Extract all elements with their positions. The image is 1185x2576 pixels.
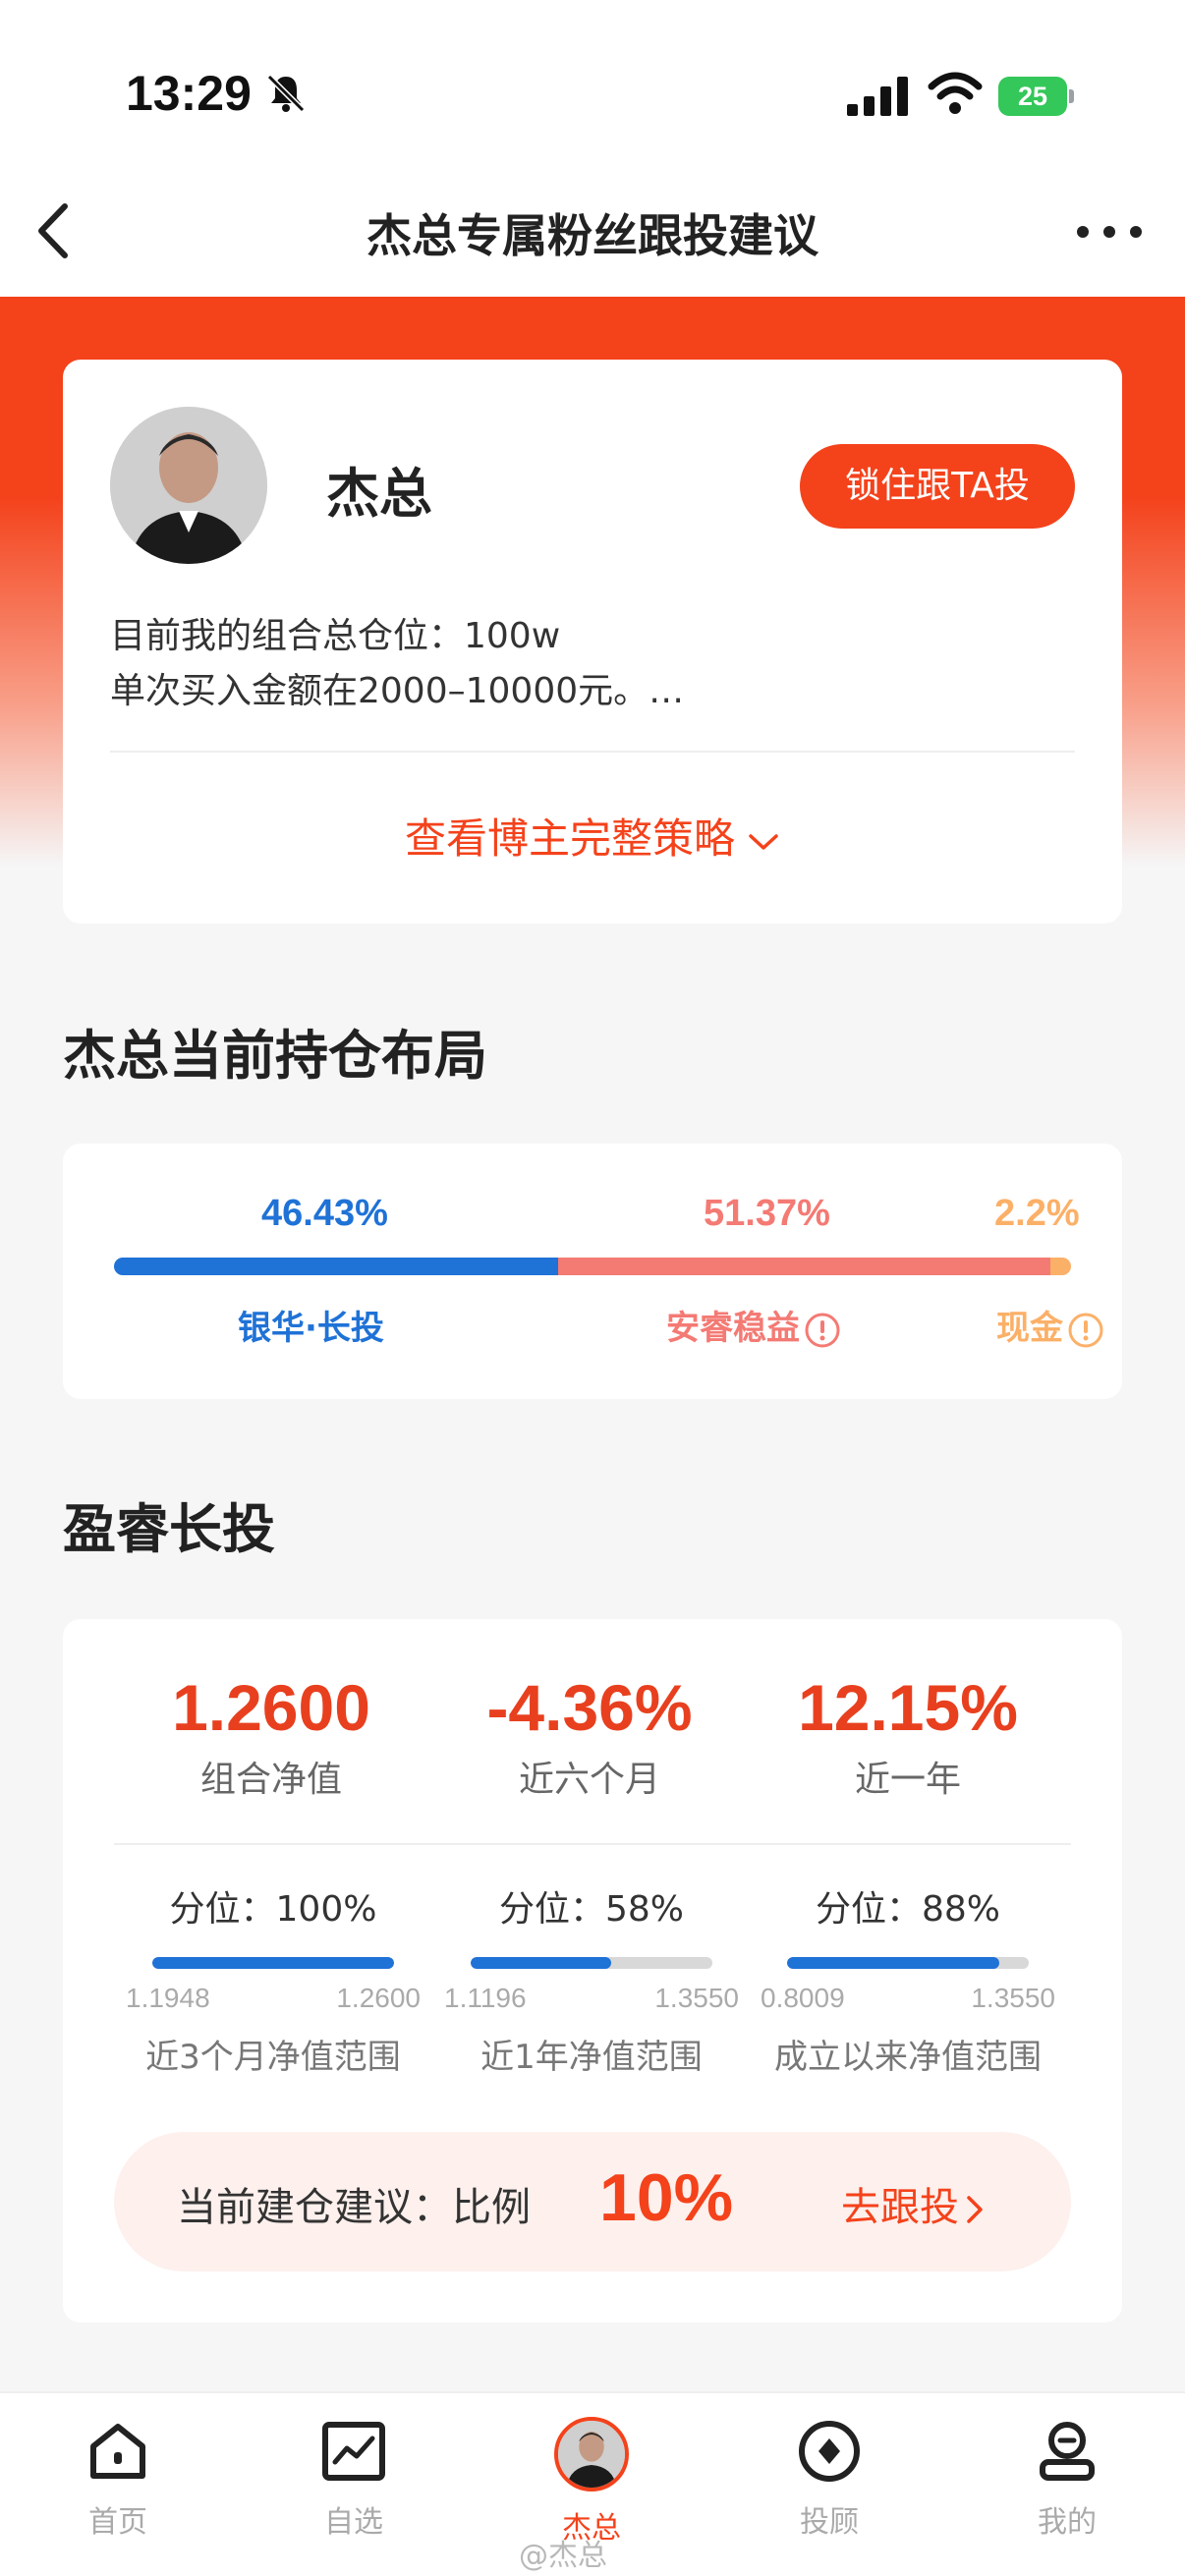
battery-level: 25: [998, 77, 1067, 116]
stat-value: 1.2600: [172, 1671, 370, 1744]
chevron-down-icon: [749, 833, 778, 850]
divider: [110, 751, 1075, 753]
info-icon[interactable]: [804, 1312, 841, 1349]
range-low: 1.1196: [444, 1983, 527, 2013]
nav-bar: 杰总专属粉丝跟投建议: [0, 167, 1185, 297]
profile-icon: [1040, 2422, 1095, 2481]
profile-card: 杰总 锁住跟TA投 目前我的组合总仓位：100w 单次买入金额在2000–100…: [63, 360, 1122, 924]
info-icon[interactable]: [1067, 1312, 1104, 1349]
stat-value: -4.36%: [486, 1671, 693, 1744]
compass-icon: [799, 2421, 860, 2482]
stat-six-months: -4.36% 近六个月: [430, 1668, 749, 1802]
range-high: 1.2600: [336, 1983, 421, 2013]
status-bar: 13:29 25: [0, 0, 1185, 187]
percentile-bar: [471, 1957, 712, 1969]
stat-label: 近六个月: [518, 1760, 660, 1800]
follow-button[interactable]: 锁住跟TA投: [800, 444, 1075, 529]
avatar-portrait-icon: [110, 407, 267, 564]
range-low: 0.8009: [761, 1983, 845, 2013]
percentile-title: 分位：88%: [815, 1889, 1001, 1930]
allocation-percent: 2.2%: [994, 1193, 1080, 1234]
range-high: 1.3550: [971, 1983, 1055, 2013]
range-label: 近1年净值范围: [480, 2038, 703, 2077]
holding-name-yinhua[interactable]: 银华·长投: [238, 1301, 384, 1349]
holding-name-label: 安睿稳益: [666, 1309, 800, 1348]
stat-value: 12.15%: [798, 1671, 1018, 1744]
percentile-title: 分位：100%: [169, 1889, 377, 1930]
stat-label: 近一年: [854, 1760, 961, 1800]
percentile-fill: [787, 1957, 1000, 1969]
suggestion-text: 当前建仓建议：比例: [177, 2185, 531, 2230]
strategy-line-2: 单次买入金额在2000–10000元。…: [110, 671, 685, 711]
range-3-months: 分位：100% 1.1948 1.2600 近3个月净值范围: [114, 1880, 432, 2078]
holdings-title: 杰总当前持仓布局: [63, 1025, 487, 1087]
percentile-bar: [787, 1957, 1029, 1969]
holding-name-label: 现金: [996, 1309, 1063, 1348]
chevron-right-icon: [967, 2196, 983, 2223]
view-strategy-label: 查看博主完整策略: [404, 814, 735, 863]
avatar-portrait-icon: [558, 2421, 625, 2488]
view-strategy-button[interactable]: 查看博主完整策略: [63, 806, 1122, 866]
range-1-year: 分位：58% 1.1196 1.3550 近1年净值范围: [432, 1880, 751, 2078]
allocation-segment: [114, 1258, 559, 1275]
range-low: 1.1948: [126, 1983, 210, 2013]
allocation-segment: [558, 1258, 1050, 1275]
stat-label: 组合净值: [199, 1760, 342, 1800]
divider: [114, 1843, 1071, 1845]
more-icon[interactable]: [1075, 222, 1144, 242]
tab-advisor[interactable]: 投顾: [731, 2417, 928, 2541]
status-time: 13:29: [126, 66, 252, 121]
holding-name-cash[interactable]: 现金: [996, 1301, 1104, 1349]
portfolio-title: 盈睿长投: [63, 1498, 275, 1560]
tab-label: 自选: [324, 2505, 383, 2540]
wifi-icon: [928, 72, 983, 114]
percentile-fill: [471, 1957, 611, 1969]
tab-label: 投顾: [800, 2505, 859, 2540]
portfolio-card: 1.2600 组合净值 -4.36% 近六个月 12.15% 近一年 分位：10…: [63, 1619, 1122, 2323]
stat-one-year: 12.15% 近一年: [749, 1668, 1067, 1802]
tab-mine[interactable]: 我的: [969, 2417, 1165, 2541]
chart-icon: [322, 2422, 385, 2481]
avatar[interactable]: [110, 407, 267, 564]
allocation-card: 46.43% 51.37% 2.2% 银华·长投 安睿稳益 现金: [63, 1144, 1122, 1399]
battery-icon: 25: [998, 77, 1074, 116]
suggestion-percent: 10%: [599, 2160, 734, 2235]
range-label: 近3个月净值范围: [145, 2038, 401, 2077]
tab-label: 首页: [88, 2505, 147, 2540]
strategy-line-1: 目前我的组合总仓位：100w: [110, 616, 561, 656]
signal-icon: [847, 77, 908, 116]
range-label: 成立以来净值范围: [774, 2038, 1042, 2077]
page-title: 杰总专属粉丝跟投建议: [367, 209, 818, 262]
allocation-segment: [1049, 1258, 1071, 1275]
tab-jiezong[interactable]: 杰总: [493, 2417, 690, 2547]
tab-watchlist[interactable]: 自选: [255, 2417, 452, 2541]
holding-name-label: 银华·长投: [238, 1309, 384, 1348]
position-suggestion-bar: 当前建仓建议：比例 10% 去跟投: [114, 2132, 1071, 2271]
allocation-percent: 46.43%: [261, 1193, 388, 1234]
bell-muted-icon: [266, 74, 306, 113]
holding-name-anrui[interactable]: 安睿稳益: [666, 1301, 841, 1349]
go-follow-label: 去跟投: [841, 2185, 959, 2230]
range-since-inception: 分位：88% 0.8009 1.3550 成立以来净值范围: [749, 1880, 1067, 2078]
percentile-title: 分位：58%: [498, 1889, 685, 1930]
range-high: 1.3550: [654, 1983, 739, 2013]
tab-label: 我的: [1038, 2505, 1097, 2540]
profile-name: 杰总: [326, 463, 432, 525]
percentile-fill: [152, 1957, 394, 1969]
stat-net-value: 1.2600 组合净值: [112, 1668, 430, 1802]
allocation-percent: 51.37%: [704, 1193, 830, 1234]
tab-home[interactable]: 首页: [20, 2417, 216, 2541]
watermark: @杰总: [519, 2539, 607, 2573]
home-icon: [90, 2424, 145, 2479]
avatar: [554, 2417, 629, 2492]
go-follow-button[interactable]: 去跟投: [841, 2175, 985, 2232]
percentile-bar: [152, 1957, 394, 1969]
allocation-bar: [114, 1258, 1071, 1275]
